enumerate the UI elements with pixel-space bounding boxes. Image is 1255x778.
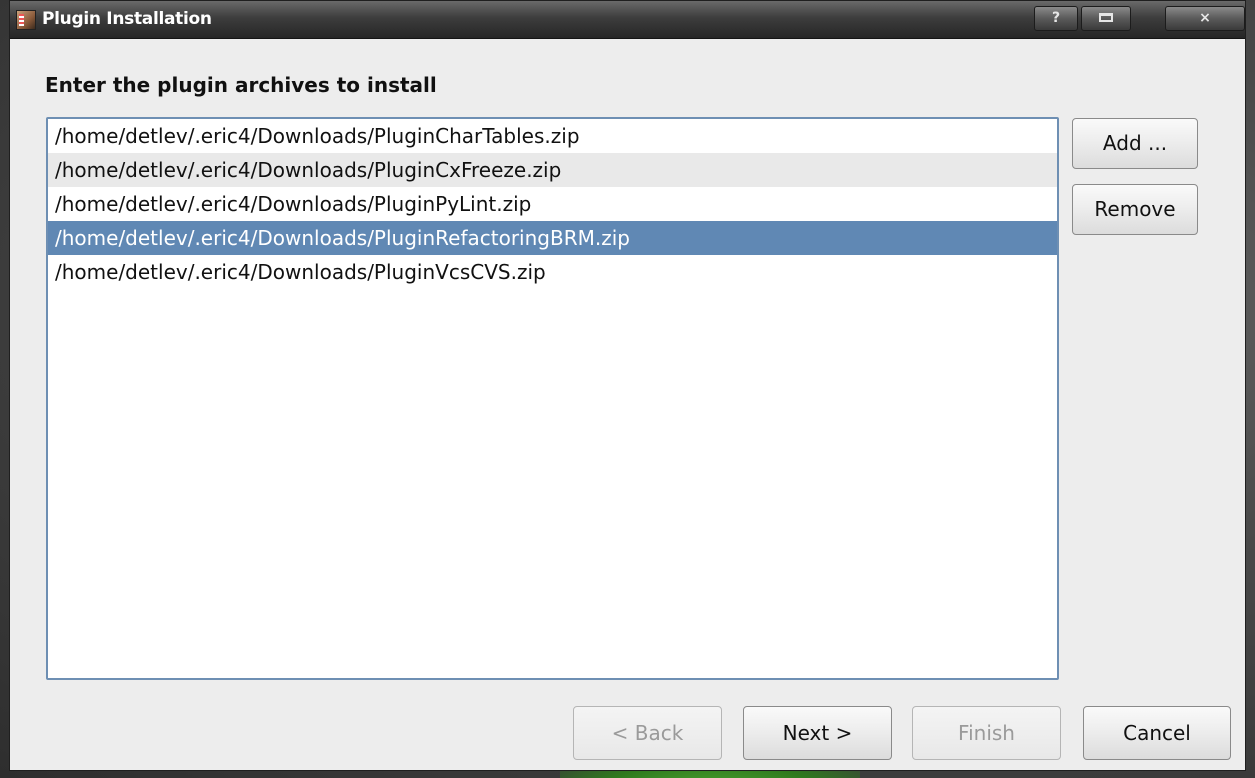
- cancel-button[interactable]: Cancel: [1083, 706, 1231, 760]
- window-title: Plugin Installation: [42, 9, 212, 29]
- list-item-selected[interactable]: /home/detlev/.eric4/Downloads/PluginRefa…: [48, 221, 1057, 255]
- help-button[interactable]: ?: [1034, 6, 1078, 31]
- back-button[interactable]: < Back: [573, 706, 722, 760]
- remove-button[interactable]: Remove: [1072, 184, 1198, 235]
- page-heading: Enter the plugin archives to install: [45, 73, 437, 97]
- add-button[interactable]: Add ...: [1072, 118, 1198, 169]
- list-item[interactable]: /home/detlev/.eric4/Downloads/PluginVcsC…: [48, 255, 1057, 289]
- list-item[interactable]: /home/detlev/.eric4/Downloads/PluginChar…: [48, 119, 1057, 153]
- maximize-button[interactable]: [1081, 6, 1131, 31]
- plugin-archives-list[interactable]: /home/detlev/.eric4/Downloads/PluginChar…: [46, 117, 1059, 680]
- title-bar[interactable]: Plugin Installation ? ×: [10, 1, 1245, 39]
- close-icon: ×: [1199, 10, 1211, 26]
- plugin-installation-dialog: Plugin Installation ? × Enter the plugin…: [9, 0, 1246, 771]
- app-icon[interactable]: [16, 10, 36, 30]
- finish-button[interactable]: Finish: [912, 706, 1061, 760]
- close-button[interactable]: ×: [1165, 6, 1245, 31]
- next-button[interactable]: Next >: [743, 706, 892, 760]
- list-item[interactable]: /home/detlev/.eric4/Downloads/PluginPyLi…: [48, 187, 1057, 221]
- help-icon: ?: [1051, 10, 1061, 26]
- maximize-icon: [1099, 13, 1113, 22]
- list-item[interactable]: /home/detlev/.eric4/Downloads/PluginCxFr…: [48, 153, 1057, 187]
